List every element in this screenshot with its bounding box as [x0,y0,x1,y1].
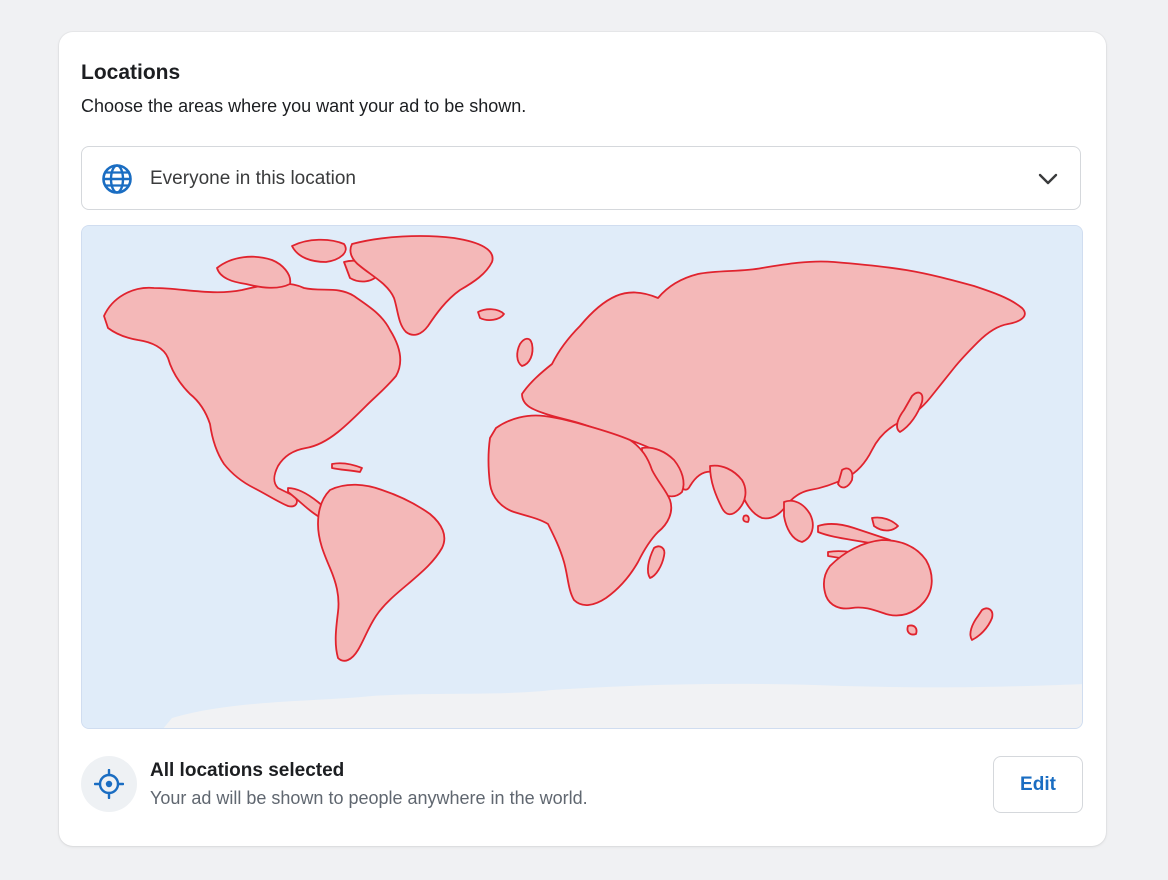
locations-card: Locations Choose the areas where you wan… [59,32,1106,846]
summary-title: All locations selected [150,760,345,781]
target-icon [94,769,124,799]
summary-icon-circle [81,756,137,812]
audience-dropdown-value: Everyone in this location [150,168,356,189]
section-subtitle: Choose the areas where you want your ad … [81,96,527,116]
globe-icon [102,164,132,194]
chevron-down-icon [1038,173,1058,185]
audience-dropdown[interactable]: Everyone in this location [81,146,1081,210]
edit-button[interactable]: Edit [993,756,1083,813]
world-map[interactable] [81,225,1083,729]
tasmania-shape [906,624,918,636]
summary-description: Your ad will be shown to people anywhere… [150,788,588,808]
iceland-shape [477,308,505,321]
world-map-graphic [82,226,1082,728]
section-title: Locations [81,61,181,84]
